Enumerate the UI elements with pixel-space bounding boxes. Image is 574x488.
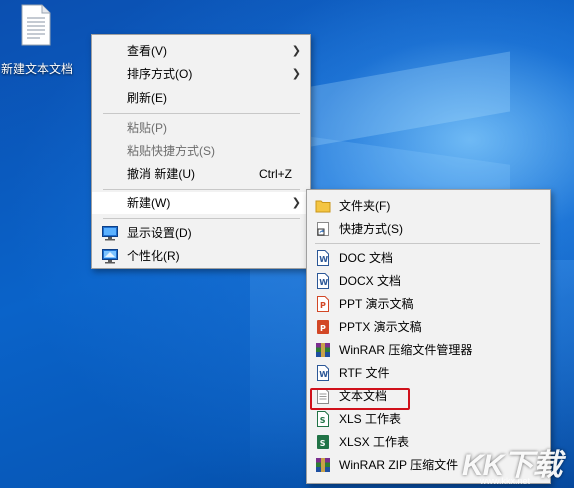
- submenu-item-label: 文件夹(F): [339, 199, 391, 213]
- menu-item-label: 个性化(R): [127, 249, 180, 263]
- word-doc-icon: W: [317, 250, 329, 266]
- menu-item-display-settings[interactable]: 显示设置(D): [92, 222, 310, 244]
- menu-item-paste-shortcut: 粘贴快捷方式(S): [92, 140, 310, 162]
- submenu-item-label: WinRAR ZIP 压缩文件: [339, 458, 459, 472]
- personalize-icon: [102, 249, 118, 264]
- submenu-item-folder[interactable]: 文件夹(F): [307, 195, 550, 217]
- svg-text:W: W: [319, 278, 328, 287]
- menu-item-view[interactable]: 查看(V) ❯: [92, 40, 310, 62]
- menu-item-label: 排序方式(O): [127, 67, 193, 81]
- menu-item-label: 刷新(E): [127, 91, 167, 105]
- svg-text:P: P: [320, 324, 326, 333]
- submenu-item-shortcut[interactable]: 快捷方式(S): [307, 218, 550, 240]
- menu-item-label: 显示设置(D): [127, 226, 192, 240]
- submenu-item-xls[interactable]: S XLS 工作表: [307, 408, 550, 430]
- submenu-item-label: PPT 演示文稿: [339, 297, 414, 311]
- menu-item-undo-new[interactable]: 撤消 新建(U) Ctrl+Z: [92, 163, 310, 185]
- wallpaper-light-beam: [300, 51, 510, 149]
- watermark-url: www.kkx.net: [480, 476, 531, 486]
- menu-item-paste: 粘贴(P): [92, 117, 310, 139]
- excel-xlsx-icon: S: [317, 435, 329, 449]
- menu-item-sort[interactable]: 排序方式(O) ❯: [92, 63, 310, 85]
- submenu-item-label: XLS 工作表: [339, 412, 402, 426]
- menu-item-label: 粘贴(P): [127, 121, 167, 135]
- text-file-icon: [21, 4, 51, 46]
- submenu-item-label: WinRAR 压缩文件管理器: [339, 343, 473, 357]
- submenu-item-doc[interactable]: W DOC 文档: [307, 247, 550, 269]
- submenu-item-label: 快捷方式(S): [339, 222, 403, 236]
- submenu-item-pptx[interactable]: P PPTX 演示文稿: [307, 316, 550, 338]
- menu-separator: [103, 218, 300, 219]
- watermark: KK下载 www.kkx.net: [462, 438, 574, 488]
- menu-separator: [103, 189, 300, 190]
- svg-text:S: S: [320, 439, 326, 448]
- menu-item-personalize[interactable]: 个性化(R): [92, 245, 310, 267]
- folder-icon: [315, 200, 331, 213]
- rtf-file-icon: W: [317, 365, 329, 381]
- svg-text:S: S: [320, 416, 326, 425]
- excel-xls-icon: S: [317, 411, 329, 427]
- submenu-item-label: PPTX 演示文稿: [339, 320, 422, 334]
- svg-text:P: P: [320, 301, 326, 310]
- winrar-icon: [316, 343, 330, 357]
- powerpoint-ppt-icon: P: [317, 296, 329, 312]
- submenu-item-label: DOCX 文档: [339, 274, 402, 288]
- submenu-item-winrar[interactable]: WinRAR 压缩文件管理器: [307, 339, 550, 361]
- svg-text:W: W: [319, 370, 328, 379]
- menu-item-label: 粘贴快捷方式(S): [127, 144, 215, 158]
- powerpoint-pptx-icon: P: [317, 320, 329, 334]
- submenu-item-label: DOC 文档: [339, 251, 394, 265]
- desktop-file-label: 新建文本文档: [0, 62, 73, 76]
- winrar-zip-icon: [316, 458, 330, 472]
- menu-item-label: 撤消 新建(U): [127, 167, 195, 181]
- submenu-item-rtf[interactable]: W RTF 文件: [307, 362, 550, 384]
- chevron-right-icon: ❯: [291, 197, 301, 209]
- submenu-item-label: XLSX 工作表: [339, 435, 410, 449]
- menu-separator: [103, 113, 300, 114]
- desktop-context-menu: 查看(V) ❯ 排序方式(O) ❯ 刷新(E) 粘贴(P) 粘贴快捷方式(S) …: [91, 34, 311, 269]
- menu-item-label: 新建(W): [127, 196, 171, 210]
- menu-item-new[interactable]: 新建(W) ❯: [92, 192, 310, 214]
- submenu-item-docx[interactable]: W DOCX 文档: [307, 270, 550, 292]
- chevron-right-icon: ❯: [291, 45, 301, 57]
- word-docx-icon: W: [317, 273, 329, 289]
- menu-separator: [315, 243, 540, 244]
- submenu-item-ppt[interactable]: P PPT 演示文稿: [307, 293, 550, 315]
- monitor-icon: [102, 226, 118, 241]
- svg-text:W: W: [319, 255, 328, 264]
- submenu-item-label: RTF 文件: [339, 366, 390, 380]
- highlight-annotation-box: [310, 388, 410, 410]
- chevron-right-icon: ❯: [291, 68, 301, 80]
- menu-item-refresh[interactable]: 刷新(E): [92, 87, 310, 109]
- menu-item-label: 查看(V): [127, 44, 167, 58]
- menu-item-shortcut: Ctrl+Z: [259, 167, 292, 181]
- shortcut-icon: [317, 222, 329, 236]
